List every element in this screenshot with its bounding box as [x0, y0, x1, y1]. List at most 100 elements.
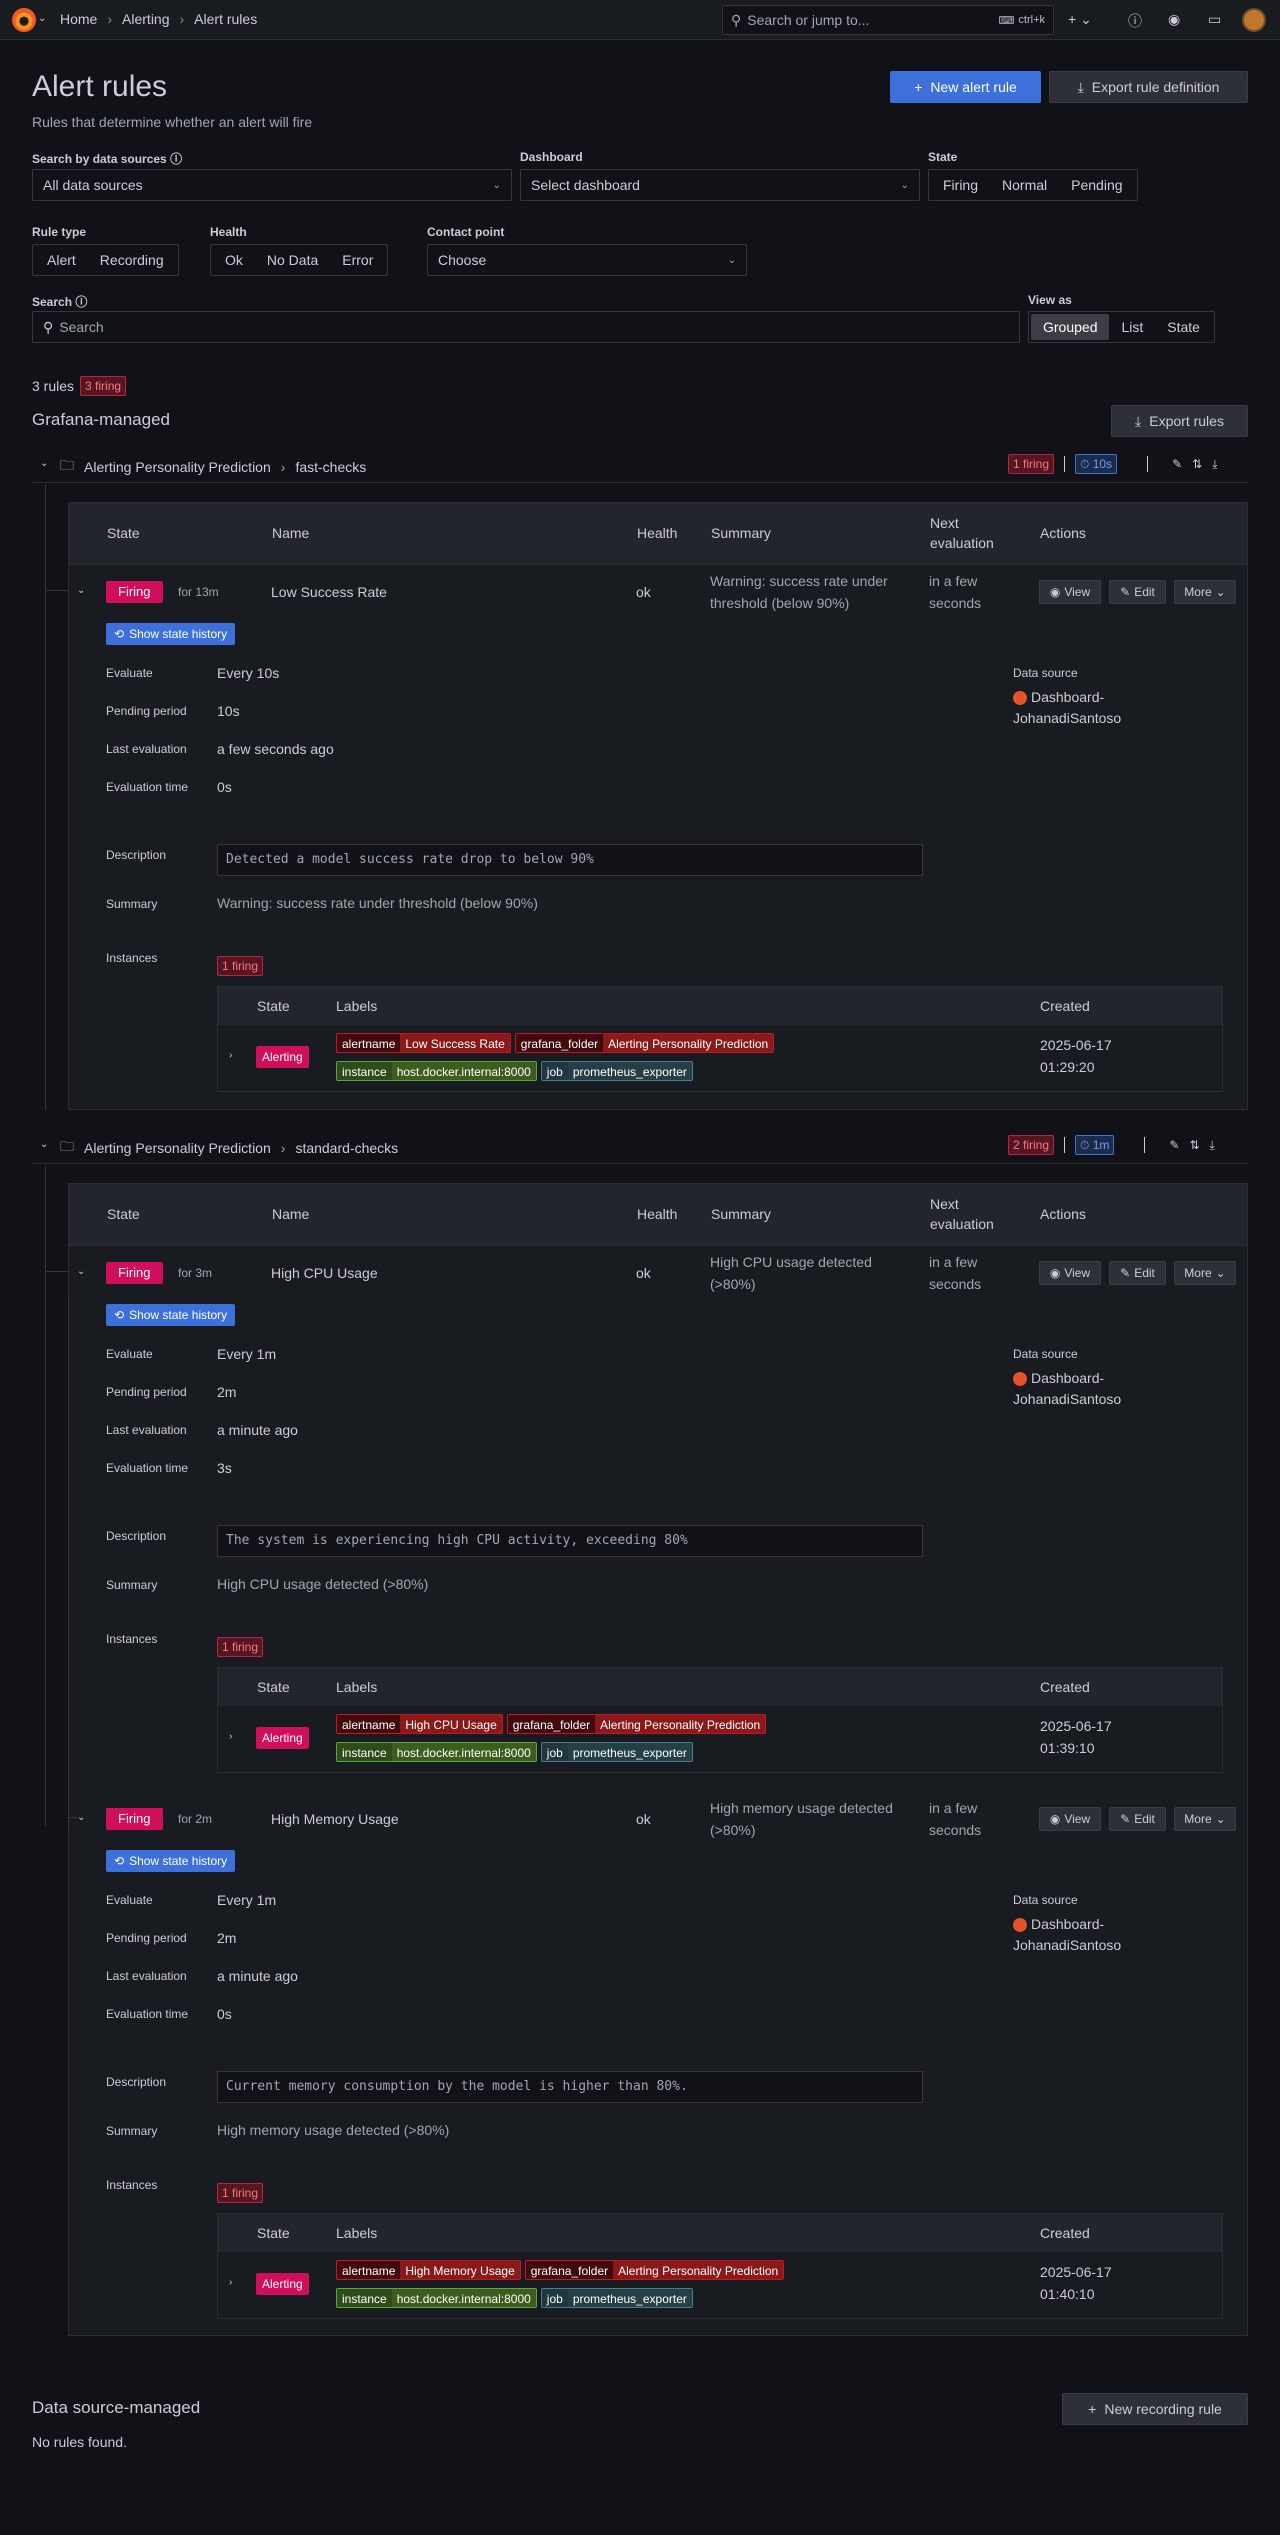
datasources-select[interactable]: All data sources ⌄	[32, 169, 512, 201]
health-label: Health	[210, 225, 247, 239]
state-radio-group: Firing Normal Pending	[928, 169, 1138, 201]
chevron-down-icon[interactable]: ⌄	[40, 458, 48, 469]
search-placeholder: Search or jump to...	[747, 12, 870, 28]
rule-health: ok	[636, 1265, 651, 1281]
rule-summary-detail: Warning: success rate under threshold (b…	[217, 895, 538, 911]
chevron-down-icon[interactable]: ⌄	[77, 1812, 85, 1823]
health-option-nodata[interactable]: No Data	[255, 247, 330, 273]
tree-line	[45, 1166, 46, 1826]
edit-button[interactable]: ✎ Edit	[1109, 1807, 1166, 1831]
more-button[interactable]: More ⌄	[1174, 580, 1236, 604]
news-rss-icon[interactable]: ◉	[1168, 11, 1180, 28]
new-alert-rule-button[interactable]: + New alert rule	[890, 71, 1041, 103]
view-button[interactable]: ◉ View	[1039, 1807, 1101, 1831]
plus-icon: +	[1088, 2401, 1097, 2417]
instance-state-badge: Alerting	[256, 2273, 309, 2295]
show-state-history-button[interactable]: ⟲ Show state history	[106, 1850, 236, 1872]
health-radio-group: Ok No Data Error	[210, 244, 389, 276]
label-job: job prometheus_exporter	[540, 1061, 693, 1081]
viewas-option-list[interactable]: List	[1109, 314, 1155, 340]
help-icon[interactable]: ⓘ	[1128, 11, 1142, 31]
group-header-fast-checks[interactable]: 🗀 Alerting Personality Prediction › fast…	[60, 455, 366, 479]
user-avatar[interactable]	[1242, 8, 1266, 32]
new-recording-rule-button[interactable]: + New recording rule	[1062, 2393, 1248, 2425]
rule-datasource[interactable]: Dashboard-JohanadiSantoso	[1013, 1368, 1143, 1410]
pencil-icon: ✎	[1120, 1812, 1131, 1826]
breadcrumb-alerting[interactable]: Alerting	[122, 11, 169, 27]
instance-state-badge: Alerting	[256, 1727, 309, 1749]
instance-labels-row1: alertname Low Success Rate grafana_folder…	[336, 1033, 778, 1053]
label-instance: instance host.docker.internal:8000	[336, 1061, 537, 1081]
chevron-down-icon[interactable]: ⌄	[77, 1266, 85, 1277]
label-job: job prometheus_exporter	[540, 2288, 693, 2308]
edit-icon[interactable]: ✎	[1172, 457, 1182, 471]
prometheus-icon	[1013, 1372, 1027, 1387]
rule-last-eval: a minute ago	[217, 1968, 298, 1984]
instance-state-badge: Alerting	[256, 1046, 309, 1068]
edit-button[interactable]: ✎ Edit	[1109, 580, 1166, 604]
edit-icon[interactable]: ✎	[1169, 1138, 1179, 1152]
viewas-label: View as	[1028, 293, 1072, 307]
show-state-history-button[interactable]: ⟲ Show state history	[106, 1304, 236, 1326]
ruletype-label: Rule type	[32, 225, 87, 239]
rule-pending: 10s	[217, 703, 240, 719]
grafana-logo-icon[interactable]	[12, 8, 36, 32]
breadcrumb-separator-icon: ›	[107, 11, 113, 27]
ruletype-option-recording[interactable]: Recording	[88, 247, 176, 273]
chevron-right-icon[interactable]: ›	[229, 1050, 232, 1061]
page-subtitle: Rules that determine whether an alert wi…	[32, 114, 313, 130]
dock-menu-icon[interactable]: ▭	[1208, 11, 1221, 28]
rule-datasource[interactable]: Dashboard-JohanadiSantoso	[1013, 687, 1143, 729]
export-rule-definition-button[interactable]: ⤓ Export rule definition	[1049, 71, 1248, 103]
rule-state-badge: Firing	[106, 1808, 163, 1830]
global-search-input[interactable]: ⚲ Search or jump to... ⌨ ctrl+k	[722, 5, 1054, 35]
rule-summary-detail: High CPU usage detected (>80%)	[217, 1576, 429, 1592]
viewas-option-grouped[interactable]: Grouped	[1031, 314, 1110, 340]
chevron-right-icon[interactable]: ›	[229, 2277, 232, 2288]
breadcrumb-home[interactable]: Home	[60, 11, 97, 27]
chevron-down-icon[interactable]: ⌄	[38, 13, 46, 24]
rule-next-eval: in a few seconds	[929, 1800, 982, 1838]
export-icon: ⤓	[1077, 78, 1084, 95]
group-meta: 2 firing ⏱ 1m ✎ ⇅ ⤓	[1008, 1135, 1215, 1155]
rule-next-eval: in a few seconds	[929, 573, 982, 611]
chevron-down-icon[interactable]: ⌄	[77, 585, 85, 596]
sort-icon[interactable]: ⇅	[1192, 457, 1202, 471]
page-title: Alert rules	[32, 70, 168, 103]
show-state-history-button[interactable]: ⟲ Show state history	[106, 623, 236, 645]
rule-name: High Memory Usage	[271, 1811, 399, 1827]
info-icon: ⓘ	[75, 295, 88, 309]
rule-datasource[interactable]: Dashboard-JohanadiSantoso	[1013, 1914, 1143, 1956]
health-option-ok[interactable]: Ok	[213, 247, 255, 273]
export-rules-button[interactable]: ⤓ Export rules	[1111, 405, 1248, 437]
health-option-error[interactable]: Error	[330, 247, 385, 273]
group-header-standard-checks[interactable]: 🗀 Alerting Personality Prediction › stan…	[60, 1136, 398, 1160]
group-divider	[32, 1163, 1248, 1164]
more-button[interactable]: More ⌄	[1174, 1807, 1236, 1831]
rule-eval-time: 0s	[217, 779, 232, 795]
dashboard-select[interactable]: Select dashboard ⌄	[520, 169, 920, 201]
chevron-down-icon: ⌄	[900, 179, 909, 191]
state-option-firing[interactable]: Firing	[931, 172, 990, 198]
instances-firing-badge: 1 firing	[217, 956, 264, 976]
view-button[interactable]: ◉ View	[1039, 580, 1101, 604]
export-icon[interactable]: ⤓	[1212, 457, 1217, 472]
top-navbar: ⌄ Home › Alerting › Alert rules ⚲ Search…	[0, 0, 1280, 40]
contact-point-select[interactable]: Choose ⌄	[427, 244, 747, 276]
state-option-pending[interactable]: Pending	[1059, 172, 1134, 198]
search-label: Search ⓘ	[32, 295, 88, 309]
chevron-down-icon: ⌄	[1215, 1812, 1226, 1826]
export-icon[interactable]: ⤓	[1210, 1138, 1215, 1153]
rules-search-input[interactable]: ⚲ Search	[32, 311, 1020, 343]
add-new-icon[interactable]: + ⌄	[1068, 11, 1092, 28]
chevron-down-icon[interactable]: ⌄	[40, 1139, 48, 1150]
state-option-normal[interactable]: Normal	[990, 172, 1059, 198]
ruletype-option-alert[interactable]: Alert	[35, 247, 88, 273]
more-button[interactable]: More ⌄	[1174, 1261, 1236, 1285]
sort-icon[interactable]: ⇅	[1189, 1138, 1199, 1152]
instance-created-time: 01:40:10	[1040, 2286, 1095, 2302]
view-button[interactable]: ◉ View	[1039, 1261, 1101, 1285]
chevron-right-icon[interactable]: ›	[229, 1731, 232, 1742]
edit-button[interactable]: ✎ Edit	[1109, 1261, 1166, 1285]
viewas-option-state[interactable]: State	[1155, 314, 1212, 340]
